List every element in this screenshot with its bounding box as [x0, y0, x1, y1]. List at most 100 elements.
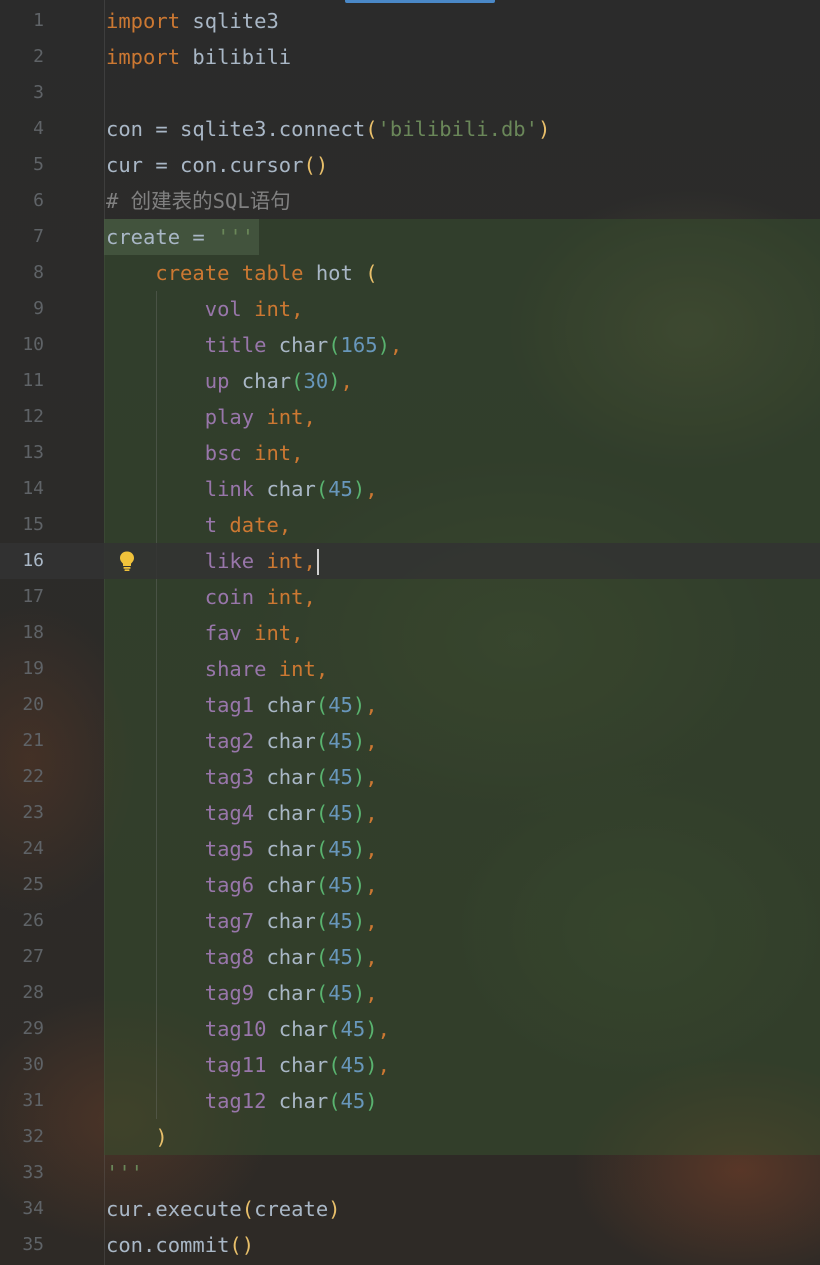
line-number: 5 — [33, 154, 44, 175]
code-line[interactable]: 33 ''' — [0, 1155, 820, 1191]
line-number: 11 — [22, 370, 44, 391]
lightbulb-icon[interactable] — [118, 550, 136, 572]
code-line[interactable]: 26 tag7 char(45), — [0, 903, 820, 939]
code-token: , — [365, 801, 378, 825]
code-line[interactable]: 19 share int, — [0, 651, 820, 687]
line-code: coin int, — [106, 579, 316, 615]
code-line[interactable]: 34 cur.execute(create) — [0, 1191, 820, 1227]
line-number: 23 — [22, 802, 44, 823]
line-number: 34 — [22, 1198, 44, 1219]
code-token: bilibili — [180, 45, 292, 69]
code-token: 'bilibili.db' — [377, 117, 538, 141]
code-token: , — [340, 369, 353, 393]
code-line[interactable]: 22 tag3 char(45), — [0, 759, 820, 795]
code-line[interactable]: 17 coin int, — [0, 579, 820, 615]
code-token: () — [303, 153, 329, 177]
line-code: con = sqlite3.connect('bilibili.db') — [106, 111, 550, 147]
code-line[interactable]: 10 title char(165), — [0, 327, 820, 363]
line-number: 32 — [22, 1126, 44, 1147]
code-token: ) — [365, 1053, 378, 1077]
code-token: int — [241, 441, 292, 465]
code-token: ( — [315, 981, 329, 1005]
code-token: ) — [352, 801, 366, 825]
code-token: 45 — [328, 729, 353, 753]
code-line[interactable]: 6 # 创建表的SQL语句 — [0, 183, 820, 219]
line-number: 10 — [22, 334, 44, 355]
code-editor[interactable]: 1 import sqlite3 2 import bilibili 3 4 con = s… — [0, 3, 820, 1263]
code-token: , — [365, 765, 378, 789]
code-line[interactable]: 27 tag8 char(45), — [0, 939, 820, 975]
code-line[interactable]: 35 con.commit() — [0, 1227, 820, 1263]
code-token: , — [377, 1017, 390, 1041]
line-number: 21 — [22, 730, 44, 751]
code-token: 45 — [328, 801, 353, 825]
code-token: int — [241, 621, 292, 645]
code-token: char — [254, 837, 316, 861]
code-token: ) — [352, 729, 366, 753]
code-line[interactable]: 25 tag6 char(45), — [0, 867, 820, 903]
code-token: ) — [155, 1125, 168, 1149]
code-line[interactable]: 15 t date, — [0, 507, 820, 543]
code-token: tag1 — [204, 693, 255, 717]
code-line[interactable]: 20 tag1 char(45), — [0, 687, 820, 723]
code-line[interactable]: 23 tag4 char(45), — [0, 795, 820, 831]
code-line[interactable]: 30 tag11 char(45), — [0, 1047, 820, 1083]
code-token: ( — [315, 765, 329, 789]
code-line[interactable]: 13 bsc int, — [0, 435, 820, 471]
line-number: 27 — [22, 946, 44, 967]
code-line[interactable]: 3 — [0, 75, 820, 111]
code-line[interactable]: 5 cur = con.cursor() — [0, 147, 820, 183]
code-line[interactable]: 8 create table hot ( — [0, 255, 820, 291]
code-token: , — [315, 657, 329, 681]
code-line[interactable]: 1 import sqlite3 — [0, 3, 820, 39]
code-line[interactable]: 14 link char(45), — [0, 471, 820, 507]
line-number: 4 — [33, 118, 44, 139]
line-code: tag7 char(45), — [106, 903, 378, 939]
code-token: ) — [352, 693, 366, 717]
code-line[interactable]: 9 vol int, — [0, 291, 820, 327]
code-line[interactable]: 28 tag9 char(45), — [0, 975, 820, 1011]
code-token: ) — [352, 909, 366, 933]
code-token: tag12 — [204, 1089, 267, 1113]
code-token: sqlite3 — [180, 9, 279, 33]
code-line[interactable]: 32 ) — [0, 1119, 820, 1155]
code-line[interactable]: 12 play int, — [0, 399, 820, 435]
code-line[interactable]: 7 create = ''' — [0, 219, 820, 255]
code-token: con.commit — [106, 1233, 230, 1257]
code-token: 30 — [303, 369, 329, 393]
code-token: play — [204, 405, 255, 429]
code-token: char — [254, 801, 316, 825]
code-token: ) — [377, 333, 390, 357]
code-line[interactable]: 24 tag5 char(45), — [0, 831, 820, 867]
code-token: create — [254, 1197, 329, 1221]
code-line[interactable]: 11 up char(30), — [0, 363, 820, 399]
code-token: () — [229, 1233, 255, 1257]
code-line[interactable]: 4 con = sqlite3.connect('bilibili.db') — [0, 111, 820, 147]
code-token: ( — [365, 261, 378, 285]
code-token: t — [204, 513, 218, 537]
code-line[interactable]: 18 fav int, — [0, 615, 820, 651]
code-line[interactable]: 31 tag12 char(45) — [0, 1083, 820, 1119]
line-code: tag4 char(45), — [106, 795, 378, 831]
line-number: 6 — [33, 190, 44, 211]
code-token: char — [254, 693, 316, 717]
code-token: char — [254, 981, 316, 1005]
line-code: share int, — [106, 651, 328, 687]
code-token: like — [204, 549, 255, 573]
code-line[interactable]: 29 tag10 char(45), — [0, 1011, 820, 1047]
code-token: ) — [352, 477, 366, 501]
code-token: 165 — [340, 333, 378, 357]
code-token: int — [254, 585, 304, 609]
code-token: share — [204, 657, 267, 681]
code-line[interactable]: 21 tag2 char(45), — [0, 723, 820, 759]
code-token: , — [365, 981, 378, 1005]
line-code: tag10 char(45), — [106, 1011, 390, 1047]
line-code: t date, — [106, 507, 291, 543]
code-line[interactable]: 2 import bilibili — [0, 39, 820, 75]
code-token: ) — [352, 765, 366, 789]
